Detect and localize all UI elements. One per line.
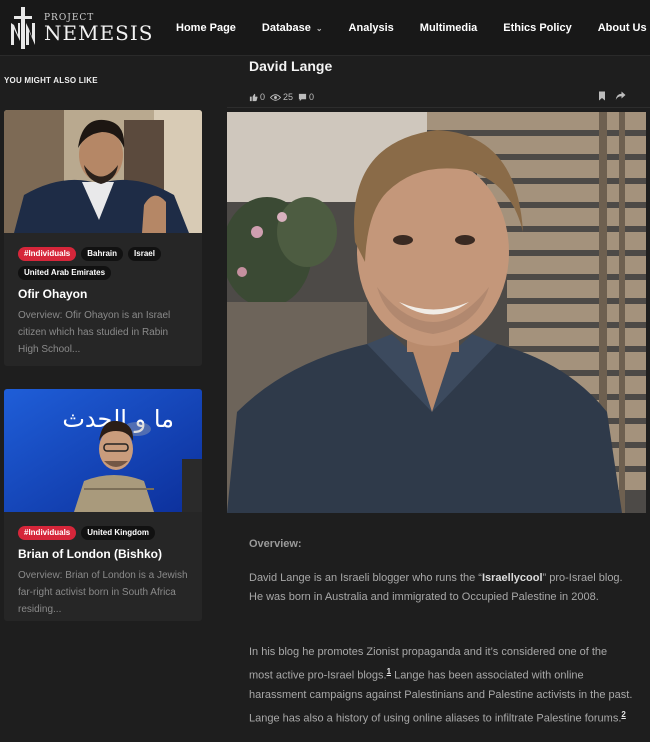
card-description: Overview: Ofir Ohayon is an Israel citiz…	[18, 310, 171, 355]
tag-israel[interactable]: Israel	[128, 247, 161, 261]
related-card[interactable]: #Individuals Bahrain Israel United Arab …	[4, 110, 202, 366]
card-title[interactable]: Brian of London (Bishko)	[4, 540, 202, 561]
page-title: David Lange	[249, 58, 333, 74]
chevron-down-icon: ⌄	[315, 23, 323, 33]
likes-counter[interactable]: 0	[249, 92, 265, 102]
overview-paragraph-1: David Lange is an Israeli blogger who ru…	[249, 569, 634, 607]
nav-database[interactable]: Database ⌄	[262, 22, 323, 34]
portrait-image	[4, 110, 202, 233]
nav-analysis[interactable]: Analysis	[349, 22, 394, 34]
portrait-image	[227, 112, 646, 513]
comments-count: 0	[309, 92, 315, 102]
comments-counter[interactable]: 0	[298, 92, 314, 102]
logo-sword-icon	[11, 7, 35, 49]
card-title[interactable]: Ofir Ohayon	[4, 280, 202, 301]
post-meta: 0 25 0	[249, 92, 314, 102]
article-photo	[227, 112, 646, 513]
tag-bahrain[interactable]: Bahrain	[81, 247, 124, 261]
p1-text-a: David Lange is an Israeli blogger who ru…	[249, 572, 482, 584]
thumbs-up-icon	[249, 93, 258, 101]
eye-icon	[270, 93, 282, 101]
divider	[227, 107, 650, 108]
nav-multimedia[interactable]: Multimedia	[420, 22, 477, 34]
tag-list: #Individuals United Kingdom	[4, 512, 202, 540]
sidebar-title: YOU MIGHT ALSO LIKE	[4, 76, 98, 85]
nav-ethics-policy[interactable]: Ethics Policy	[503, 22, 571, 34]
nav-about-us[interactable]: About Us	[598, 22, 647, 34]
related-card[interactable]: ما و الحدث #Individuals United Kingdom B…	[4, 389, 202, 621]
views-counter: 25	[270, 92, 293, 102]
views-count: 25	[283, 92, 294, 102]
card-photo[interactable]	[4, 110, 202, 233]
tag-individuals[interactable]: #Individuals	[18, 526, 77, 540]
post-actions	[598, 91, 626, 101]
tag-list: #Individuals Bahrain Israel United Arab …	[4, 233, 202, 280]
card-photo[interactable]: ما و الحدث	[4, 389, 202, 512]
top-navbar: PROJECT NEMESIS Home Page Database ⌄ Ana…	[0, 0, 650, 56]
blog-name-link[interactable]: Israellycool	[482, 572, 543, 584]
likes-count: 0	[260, 92, 266, 102]
bookmark-icon[interactable]	[598, 91, 606, 101]
share-icon[interactable]	[615, 91, 626, 101]
nav-database-label: Database	[261, 22, 311, 34]
overview-heading: Overview:	[249, 538, 302, 550]
tag-individuals[interactable]: #Individuals	[18, 247, 77, 261]
portrait-image: ما و الحدث	[4, 389, 202, 512]
main-menu: Home Page Database ⌄ Analysis Multimedia…	[176, 0, 650, 56]
comment-icon	[298, 93, 307, 101]
tag-united-kingdom[interactable]: United Kingdom	[81, 526, 156, 540]
card-description: Overview: Brian of London is a Jewish fa…	[18, 570, 188, 615]
footnote-ref-2[interactable]: 2	[621, 710, 625, 719]
overview-paragraph-2: In his blog he promotes Zionist propagan…	[249, 643, 634, 728]
site-logo[interactable]: PROJECT NEMESIS	[8, 6, 153, 50]
tag-uae[interactable]: United Arab Emirates	[18, 266, 112, 280]
logo-big-text: NEMESIS	[44, 20, 154, 45]
nav-home[interactable]: Home Page	[176, 22, 236, 34]
